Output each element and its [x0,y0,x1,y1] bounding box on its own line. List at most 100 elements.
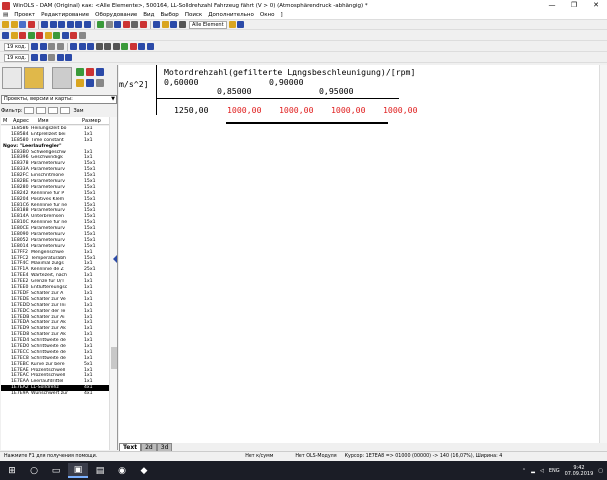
tool-b-icon[interactable] [19,32,26,39]
taskbar-winols[interactable]: ▣ [68,463,88,478]
menu-view[interactable]: Вид [140,12,157,18]
element-combo[interactable]: Alle Element [189,20,227,29]
close-button[interactable]: ✕ [585,0,607,11]
new-document-button[interactable] [2,67,22,89]
help-icon[interactable] [228,21,236,28]
new-project-icon[interactable] [2,21,9,28]
nav-forward-icon[interactable] [66,21,74,28]
tool-e-icon[interactable] [44,32,52,39]
menu-doc-icon[interactable]: ▤ [0,12,11,18]
tool-g-icon[interactable] [61,32,69,39]
table-icon[interactable] [105,21,113,28]
view-a-icon[interactable] [31,43,39,50]
table-row[interactable]: 1E7E9A Wunschwert zur 4x1 [1,391,109,397]
map-cell[interactable]: 1000,00 [383,105,418,115]
filter-button-c[interactable] [48,107,59,114]
swap-icon[interactable] [146,43,154,50]
context-help-icon[interactable] [237,21,245,28]
filter-button-b[interactable] [36,107,47,114]
menu-search[interactable]: Поиск [182,12,205,18]
filter-hint[interactable]: Зам [73,108,83,114]
menu-selection[interactable]: Выбор [157,12,181,18]
tool-i-icon[interactable] [78,32,86,39]
tray-chevron-icon[interactable]: ⌃ [522,468,526,474]
maximize-button[interactable]: ❐ [563,0,585,11]
import-button[interactable] [52,67,72,89]
nav-back-icon[interactable] [58,21,65,28]
col-header-address[interactable]: Адрес [11,117,36,124]
data-c-icon[interactable] [48,54,56,61]
font-icon[interactable] [112,43,120,50]
filter-button-d[interactable] [60,107,71,114]
bin-icon[interactable] [87,43,95,50]
panel-tool-c-icon[interactable] [96,68,104,76]
panel-tool-e-icon[interactable] [86,79,94,87]
panel-tool-a-icon[interactable] [76,68,84,76]
column-count-combo-b[interactable]: 19 код. [4,53,30,62]
clock[interactable]: 9:42 07.09.2019 [565,465,594,477]
nav-last-icon[interactable] [83,21,91,28]
tab-3d[interactable]: 3d [156,443,173,451]
tool-d-icon[interactable] [36,32,43,39]
filter-icon[interactable] [114,21,121,28]
nav-first-icon[interactable] [41,21,48,28]
language-indicator[interactable]: ENG [549,468,560,474]
tool-f-icon[interactable] [53,32,60,39]
print-icon[interactable] [27,21,35,28]
compare-icon[interactable] [131,21,138,28]
map-cell[interactable]: 1000,00 [331,105,366,115]
map-editor[interactable]: m/s^2] Motordrehzahl(gefilterte Lдngsbes… [119,65,607,450]
link-icon[interactable] [2,32,9,39]
view-d-icon[interactable] [56,43,64,50]
hex-icon[interactable] [70,43,78,50]
menu-extra[interactable]: Дополнительно [205,12,257,18]
view-b-icon[interactable] [39,43,47,50]
col-header-name[interactable]: Имя [36,117,80,124]
network-icon[interactable]: ▂ [531,468,535,474]
search-icon[interactable]: ○ [24,463,44,478]
chart-icon[interactable] [161,21,169,28]
dec-icon[interactable] [78,43,86,50]
dropdown-arrow-icon[interactable] [178,21,186,28]
delta-icon[interactable] [129,43,137,50]
percent-icon[interactable] [121,43,129,50]
taskbar-app[interactable]: ◆ [134,463,154,478]
tool-a-icon[interactable] [10,32,18,39]
view-select[interactable]: Проекты, версии и карты: ▼ [1,95,117,104]
tab-2d[interactable]: 2d [141,443,157,451]
monitor-icon[interactable] [153,21,160,28]
data-b-icon[interactable] [39,54,47,61]
collapse-panel-icon[interactable] [113,255,117,263]
view-c-icon[interactable] [48,43,56,50]
map-icon[interactable] [139,21,147,28]
start-button[interactable]: ⊞ [2,463,22,478]
tool-c-icon[interactable] [27,32,35,39]
filter-button-a[interactable] [24,107,35,114]
column-count-combo-a[interactable]: 19 код. [4,42,30,51]
data-e-icon[interactable] [65,54,73,61]
panel-tool-f-icon[interactable] [96,79,104,87]
map-list[interactable]: 1E8586 Heilungszeit bo 1x1 1E8584 Entprellze… [1,126,109,450]
map-cell[interactable]: 1000,00 [279,105,314,115]
nav-prev-icon[interactable] [49,21,57,28]
col-header-m[interactable]: М [1,117,11,124]
map-cell[interactable]: 1000,00 [227,105,262,115]
nav-next-icon[interactable] [75,21,82,28]
sign-icon[interactable] [138,43,146,50]
panel-tool-b-icon[interactable] [86,68,94,76]
tool-h-icon[interactable] [70,32,77,39]
col-header-size[interactable]: Размер [80,117,108,124]
open-project-button[interactable] [24,67,44,89]
menu-edit[interactable]: Редактирование [38,12,92,18]
taskbar-browser[interactable]: ◉ [112,463,132,478]
text-icon[interactable] [104,43,112,50]
menu-hardware[interactable]: Оборудование [92,12,140,18]
grid-icon[interactable] [97,21,104,28]
task-view-icon[interactable]: ▭ [46,463,66,478]
list-scrollbar[interactable] [109,117,117,450]
save-icon[interactable] [19,21,26,28]
menu-project[interactable]: Проект [11,12,38,18]
panel-tool-d-icon[interactable] [76,79,84,87]
menu-window[interactable]: Окно [257,12,278,18]
list-icon[interactable] [170,21,177,28]
